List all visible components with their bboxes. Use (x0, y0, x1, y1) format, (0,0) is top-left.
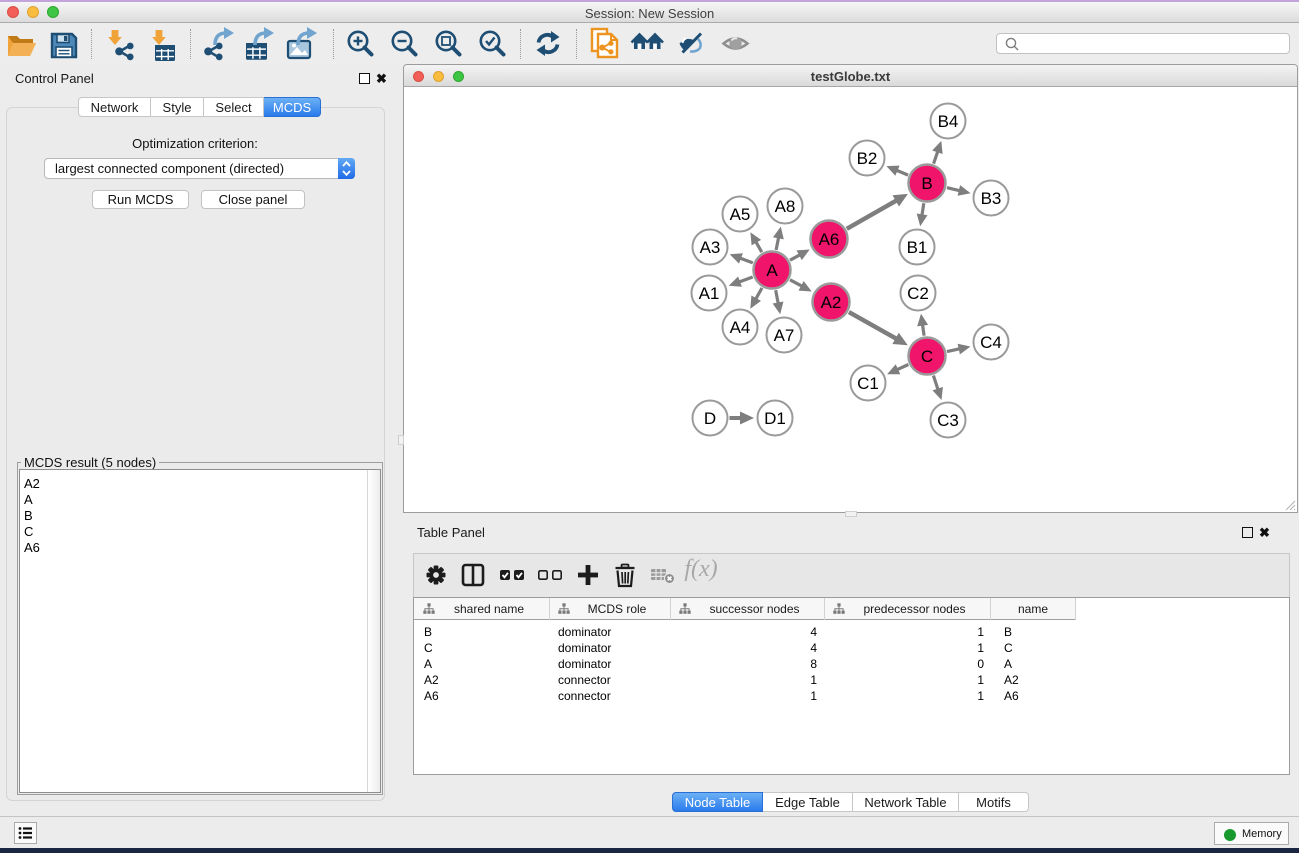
svg-text:C1: C1 (857, 374, 879, 393)
svg-text:B3: B3 (981, 189, 1002, 208)
svg-text:A1: A1 (699, 284, 720, 303)
svg-text:A6: A6 (819, 230, 840, 249)
svg-text:A4: A4 (730, 318, 751, 337)
svg-text:D: D (704, 409, 716, 428)
svg-text:A7: A7 (774, 326, 795, 345)
svg-text:A2: A2 (821, 293, 842, 312)
svg-text:D1: D1 (764, 409, 786, 428)
svg-text:B1: B1 (907, 238, 928, 257)
svg-text:A5: A5 (730, 205, 751, 224)
svg-text:C: C (921, 347, 933, 366)
svg-text:B4: B4 (938, 112, 959, 131)
svg-text:C2: C2 (907, 284, 929, 303)
svg-text:B: B (921, 174, 932, 193)
svg-text:A8: A8 (775, 197, 796, 216)
svg-text:A3: A3 (700, 238, 721, 257)
svg-text:A: A (766, 261, 778, 280)
svg-text:C3: C3 (937, 411, 959, 430)
svg-text:B2: B2 (857, 149, 878, 168)
svg-text:C4: C4 (980, 333, 1002, 352)
